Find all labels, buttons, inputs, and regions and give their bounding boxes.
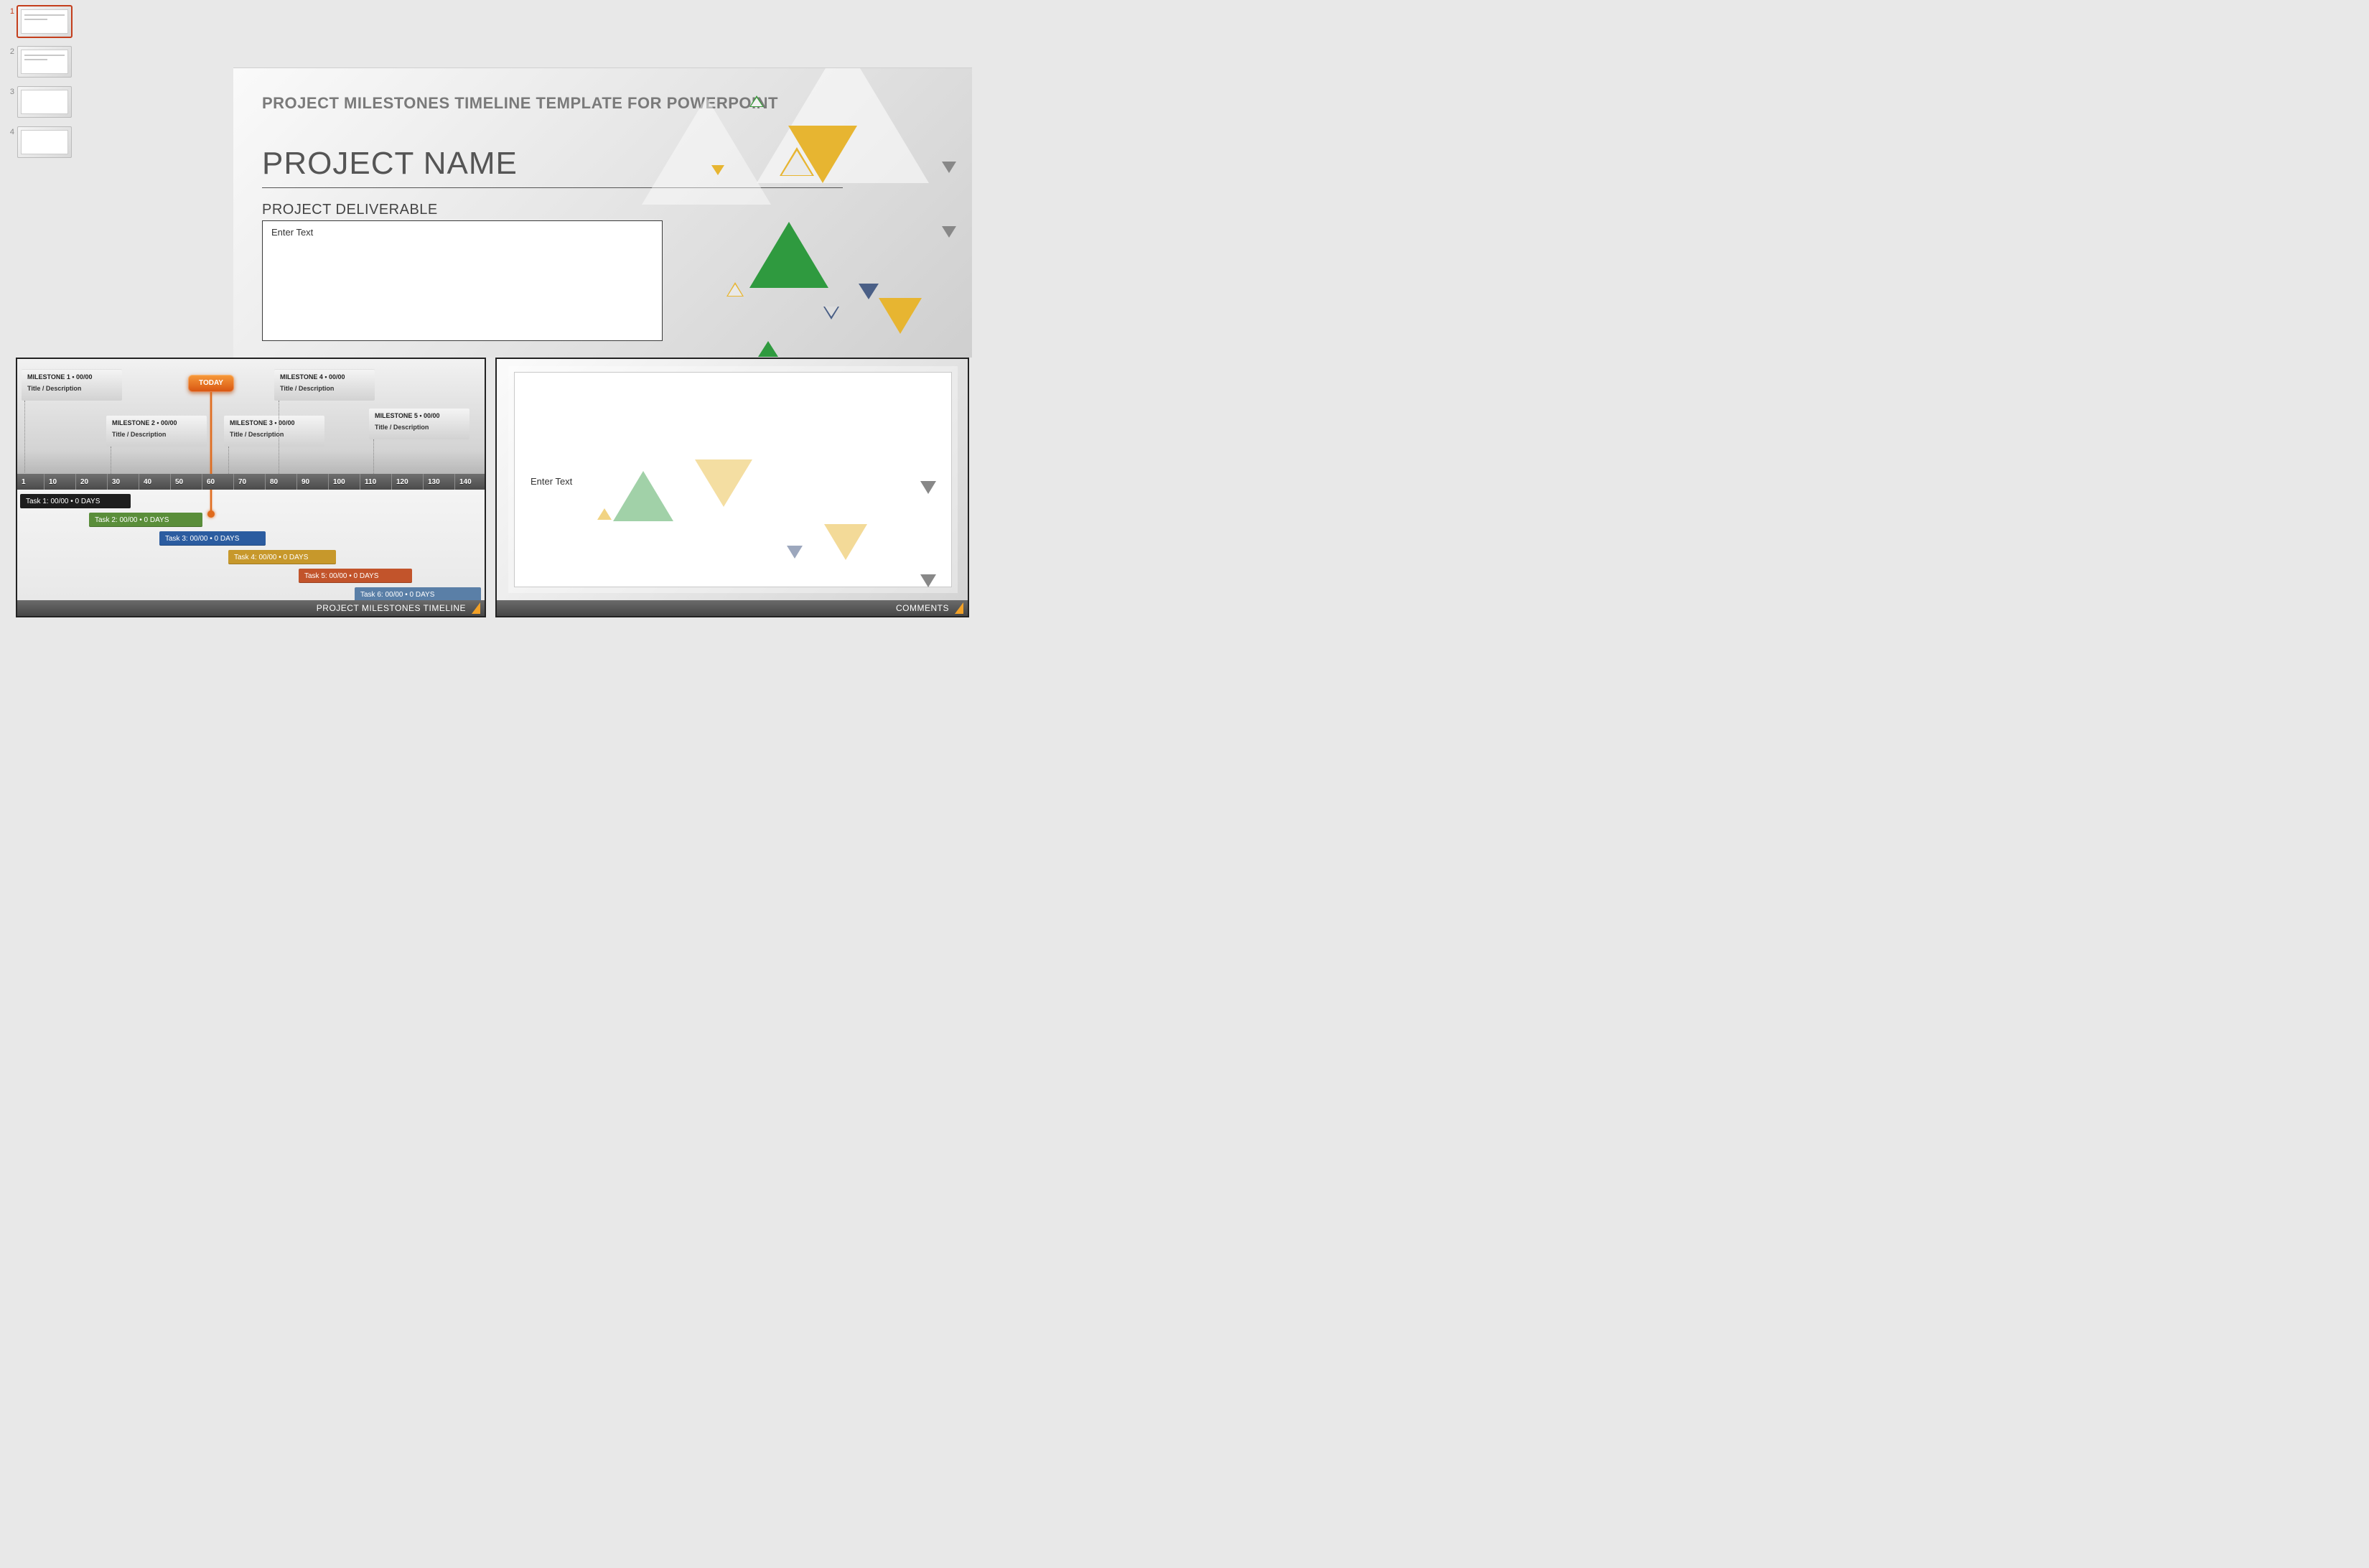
main-slide-canvas[interactable]: PROJECT MILESTONES TIMELINE TEMPLATE FOR… [233,67,972,358]
milestone-title: MILESTONE 1 • 00/00 [27,373,116,381]
milestone-title: MILESTONE 3 • 00/00 [230,419,319,426]
axis-tick: 1 [17,474,45,490]
title-divider [262,187,843,188]
axis-tick: 50 [171,474,202,490]
thumb-number: 3 [4,86,14,96]
axis-tick: 20 [76,474,108,490]
milestone-desc: Title / Description [230,431,319,438]
milestone-stem [228,447,229,474]
milestone-title: MILESTONE 4 • 00/00 [280,373,369,381]
comments-textbox[interactable]: Enter Text [514,372,952,587]
comments-panel[interactable]: Enter Text COMMENTS [495,358,969,617]
deliverable-textbox[interactable]: Enter Text [262,220,663,341]
axis-tick: 120 [392,474,424,490]
axis-tick: 90 [297,474,329,490]
axis-tick: 30 [108,474,139,490]
thumb-number: 4 [4,126,14,136]
template-header: PROJECT MILESTONES TIMELINE TEMPLATE FOR… [262,94,778,113]
axis-tick: 60 [202,474,234,490]
milestone-card-1[interactable]: MILESTONE 1 • 00/00 Title / Description [22,369,122,401]
milestone-desc: Title / Description [280,385,369,392]
today-stem [210,392,212,514]
milestone-stem [373,439,374,474]
axis-tick: 100 [329,474,360,490]
slide-thumbnail-2[interactable]: 2 [4,46,86,78]
timeline-axis: 1 10 20 30 40 50 60 70 80 90 100 110 120… [17,474,485,490]
milestone-card-2[interactable]: MILESTONE 2 • 00/00 Title / Description [106,415,207,447]
milestone-stem [24,401,25,472]
task-bar-2[interactable]: Task 2: 00/00 • 0 DAYS [89,513,202,527]
thumb-number: 2 [4,46,14,56]
task-bar-6[interactable]: Task 6: 00/00 • 0 DAYS [355,587,481,602]
milestone-desc: Title / Description [27,385,116,392]
thumb-number: 1 [4,6,14,16]
timeline-panel[interactable]: MILESTONE 1 • 00/00 Title / Description … [16,358,486,617]
milestone-card-5[interactable]: MILESTONE 5 • 00/00 Title / Description [369,408,469,439]
project-name[interactable]: PROJECT NAME [262,146,518,182]
timeline-caption: PROJECT MILESTONES TIMELINE [17,600,485,616]
comments-caption: COMMENTS [497,600,968,616]
axis-tick: 110 [360,474,392,490]
milestone-title: MILESTONE 5 • 00/00 [375,412,464,419]
task-bar-1[interactable]: Task 1: 00/00 • 0 DAYS [20,494,131,508]
milestone-title: MILESTONE 2 • 00/00 [112,419,201,426]
task-bar-4[interactable]: Task 4: 00/00 • 0 DAYS [228,550,336,564]
task-bar-5[interactable]: Task 5: 00/00 • 0 DAYS [299,569,412,583]
axis-tick: 40 [139,474,171,490]
axis-tick: 70 [234,474,266,490]
slide-thumbnail-1[interactable]: 1 [4,6,86,37]
slide-thumbnail-strip: 1 2 3 4 [0,0,86,167]
axis-tick: 80 [266,474,297,490]
slide-thumbnail-3[interactable]: 3 [4,86,86,118]
today-marker[interactable]: TODAY [188,375,234,392]
axis-tick: 10 [45,474,76,490]
milestone-card-3[interactable]: MILESTONE 3 • 00/00 Title / Description [224,415,324,447]
task-bar-3[interactable]: Task 3: 00/00 • 0 DAYS [159,531,266,546]
milestone-desc: Title / Description [375,424,464,431]
axis-tick: 140 [455,474,486,490]
slide-thumbnail-4[interactable]: 4 [4,126,86,158]
deliverable-label: PROJECT DELIVERABLE [262,202,438,218]
axis-tick: 130 [424,474,455,490]
milestone-card-4[interactable]: MILESTONE 4 • 00/00 Title / Description [274,369,375,401]
milestone-desc: Title / Description [112,431,201,438]
